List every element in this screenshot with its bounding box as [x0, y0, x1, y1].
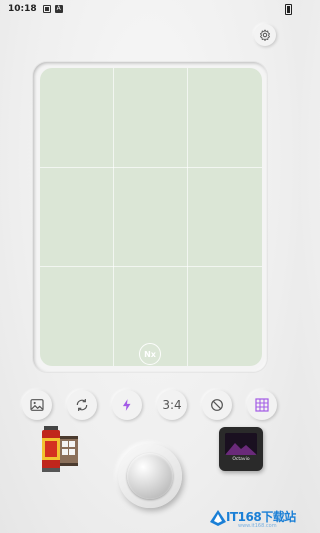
battery-icon — [285, 3, 292, 15]
notification-icon — [42, 5, 51, 13]
status-bar: 10:18 A — [0, 0, 300, 18]
flash-icon — [122, 399, 131, 411]
watermark-logo-icon — [210, 510, 226, 526]
filter-off-button[interactable] — [202, 390, 232, 420]
flash-button[interactable] — [112, 390, 142, 420]
aspect-ratio-button[interactable]: 3:4 — [157, 390, 187, 420]
watermark-url: www.it168.com — [238, 523, 277, 529]
camera-toolbar: 3:4 — [22, 390, 278, 422]
gallery-thumbnail-button[interactable]: Octavio — [219, 427, 263, 471]
preview-image-icon — [225, 433, 257, 455]
grid-line-h1 — [40, 167, 262, 168]
status-right — [285, 3, 292, 15]
film-roll-icon — [42, 426, 78, 472]
status-time: 10:18 — [8, 4, 37, 14]
shutter-button[interactable] — [118, 444, 182, 508]
gallery-label: Octavio — [232, 457, 250, 462]
film-selector-button[interactable] — [38, 424, 82, 474]
watermark: IT168下载站 www.it168.com — [208, 505, 298, 531]
prohibited-icon — [211, 399, 223, 411]
app-notification-icon: A — [54, 5, 63, 13]
shutter-knob — [127, 453, 173, 499]
grid-line-v2 — [187, 68, 188, 366]
grid-toggle-button[interactable] — [247, 390, 277, 420]
image-icon — [30, 399, 44, 411]
switch-camera-icon — [76, 399, 88, 411]
switch-camera-button[interactable] — [67, 390, 97, 420]
camera-viewfinder[interactable] — [40, 68, 262, 366]
import-photo-button[interactable] — [22, 390, 52, 420]
settings-button[interactable] — [254, 24, 276, 46]
grid-line-v1 — [113, 68, 114, 366]
grid-line-h2 — [40, 266, 262, 267]
gear-icon — [260, 29, 270, 41]
gallery-preview — [225, 433, 257, 455]
grid-icon — [255, 398, 269, 412]
zoom-badge[interactable]: Nx — [139, 343, 161, 365]
